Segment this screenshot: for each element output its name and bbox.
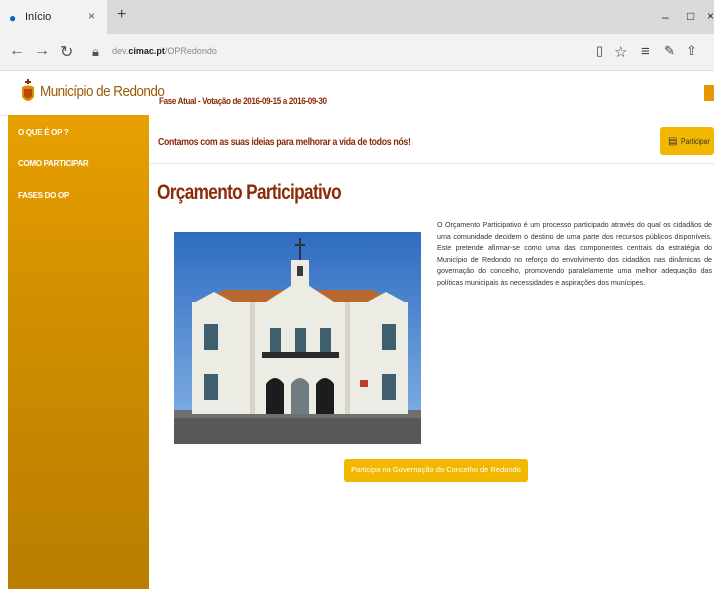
tagline-bar: Contamos com as suas ideias para melhora… — [149, 115, 714, 164]
address-bar: ← → ↻ 🔒︎ dev.cimac.pt/OPRedondo ▯ ☆ ≡ ✎ … — [0, 34, 714, 71]
cta-label: Participa na Governação do Concelho de R… — [351, 465, 521, 474]
site-header: Município de Redondo Fase Atual - Votaçã… — [0, 71, 714, 116]
page-title: Orçamento Participativo — [157, 181, 342, 204]
browser-tab-bar: ● Início × + – □ × — [0, 0, 714, 34]
site-logo-text[interactable]: Município de Redondo — [40, 83, 165, 100]
current-phase-text: Fase Atual - Votação de 2016-09-15 a 201… — [159, 96, 327, 106]
form-icon: ▤ — [668, 136, 678, 147]
town-hall-photo — [174, 232, 421, 444]
sidebar-nav: O QUE É OP ? COMO PARTICIPAR FASES DO OP — [8, 115, 149, 589]
forward-icon[interactable]: → — [34, 42, 50, 60]
maximize-button[interactable]: □ — [687, 9, 694, 23]
building-icon[interactable] — [704, 85, 714, 101]
sidebar-item-o-que-e-op[interactable]: O QUE É OP ? — [18, 128, 69, 137]
edge-icon: ● — [9, 11, 17, 25]
new-tab-button[interactable]: + — [117, 6, 126, 24]
sidebar-item-como-participar[interactable]: COMO PARTICIPAR — [18, 159, 89, 168]
url-path: /OPRedondo — [164, 46, 217, 56]
browser-tab[interactable]: ● Início × — [0, 0, 107, 34]
url-domain: cimac.pt — [128, 46, 165, 56]
description-text: O Orçamento Participativo é um processo … — [437, 221, 712, 287]
back-icon[interactable]: ← — [9, 42, 25, 60]
municipality-logo-icon[interactable] — [19, 79, 37, 105]
tagline-text: Contamos com as suas ideias para melhora… — [158, 137, 411, 148]
url-field[interactable]: dev.cimac.pt/OPRedondo — [112, 46, 217, 56]
reading-view-icon[interactable]: ▯ — [596, 43, 603, 59]
url-prefix: dev. — [112, 46, 129, 56]
participa-governacao-button[interactable]: Participa na Governação do Concelho de R… — [344, 459, 528, 482]
tab-title: Início — [25, 11, 52, 23]
tab-close-icon[interactable]: × — [88, 9, 95, 23]
favorite-star-icon[interactable]: ☆ — [614, 43, 627, 61]
web-note-icon[interactable]: ✎ — [664, 43, 675, 59]
participar-button[interactable]: ▤ Participar — [660, 127, 714, 155]
close-window-button[interactable]: × — [707, 9, 714, 23]
hub-icon[interactable]: ≡ — [641, 43, 650, 60]
lock-icon: 🔒︎ — [92, 44, 99, 59]
participar-label: Participar — [681, 137, 710, 146]
share-icon[interactable]: ⇧ — [686, 43, 697, 59]
sidebar-item-fases-do-op[interactable]: FASES DO OP — [18, 191, 69, 200]
minimize-button[interactable]: – — [662, 10, 669, 24]
refresh-icon[interactable]: ↻ — [60, 42, 73, 62]
